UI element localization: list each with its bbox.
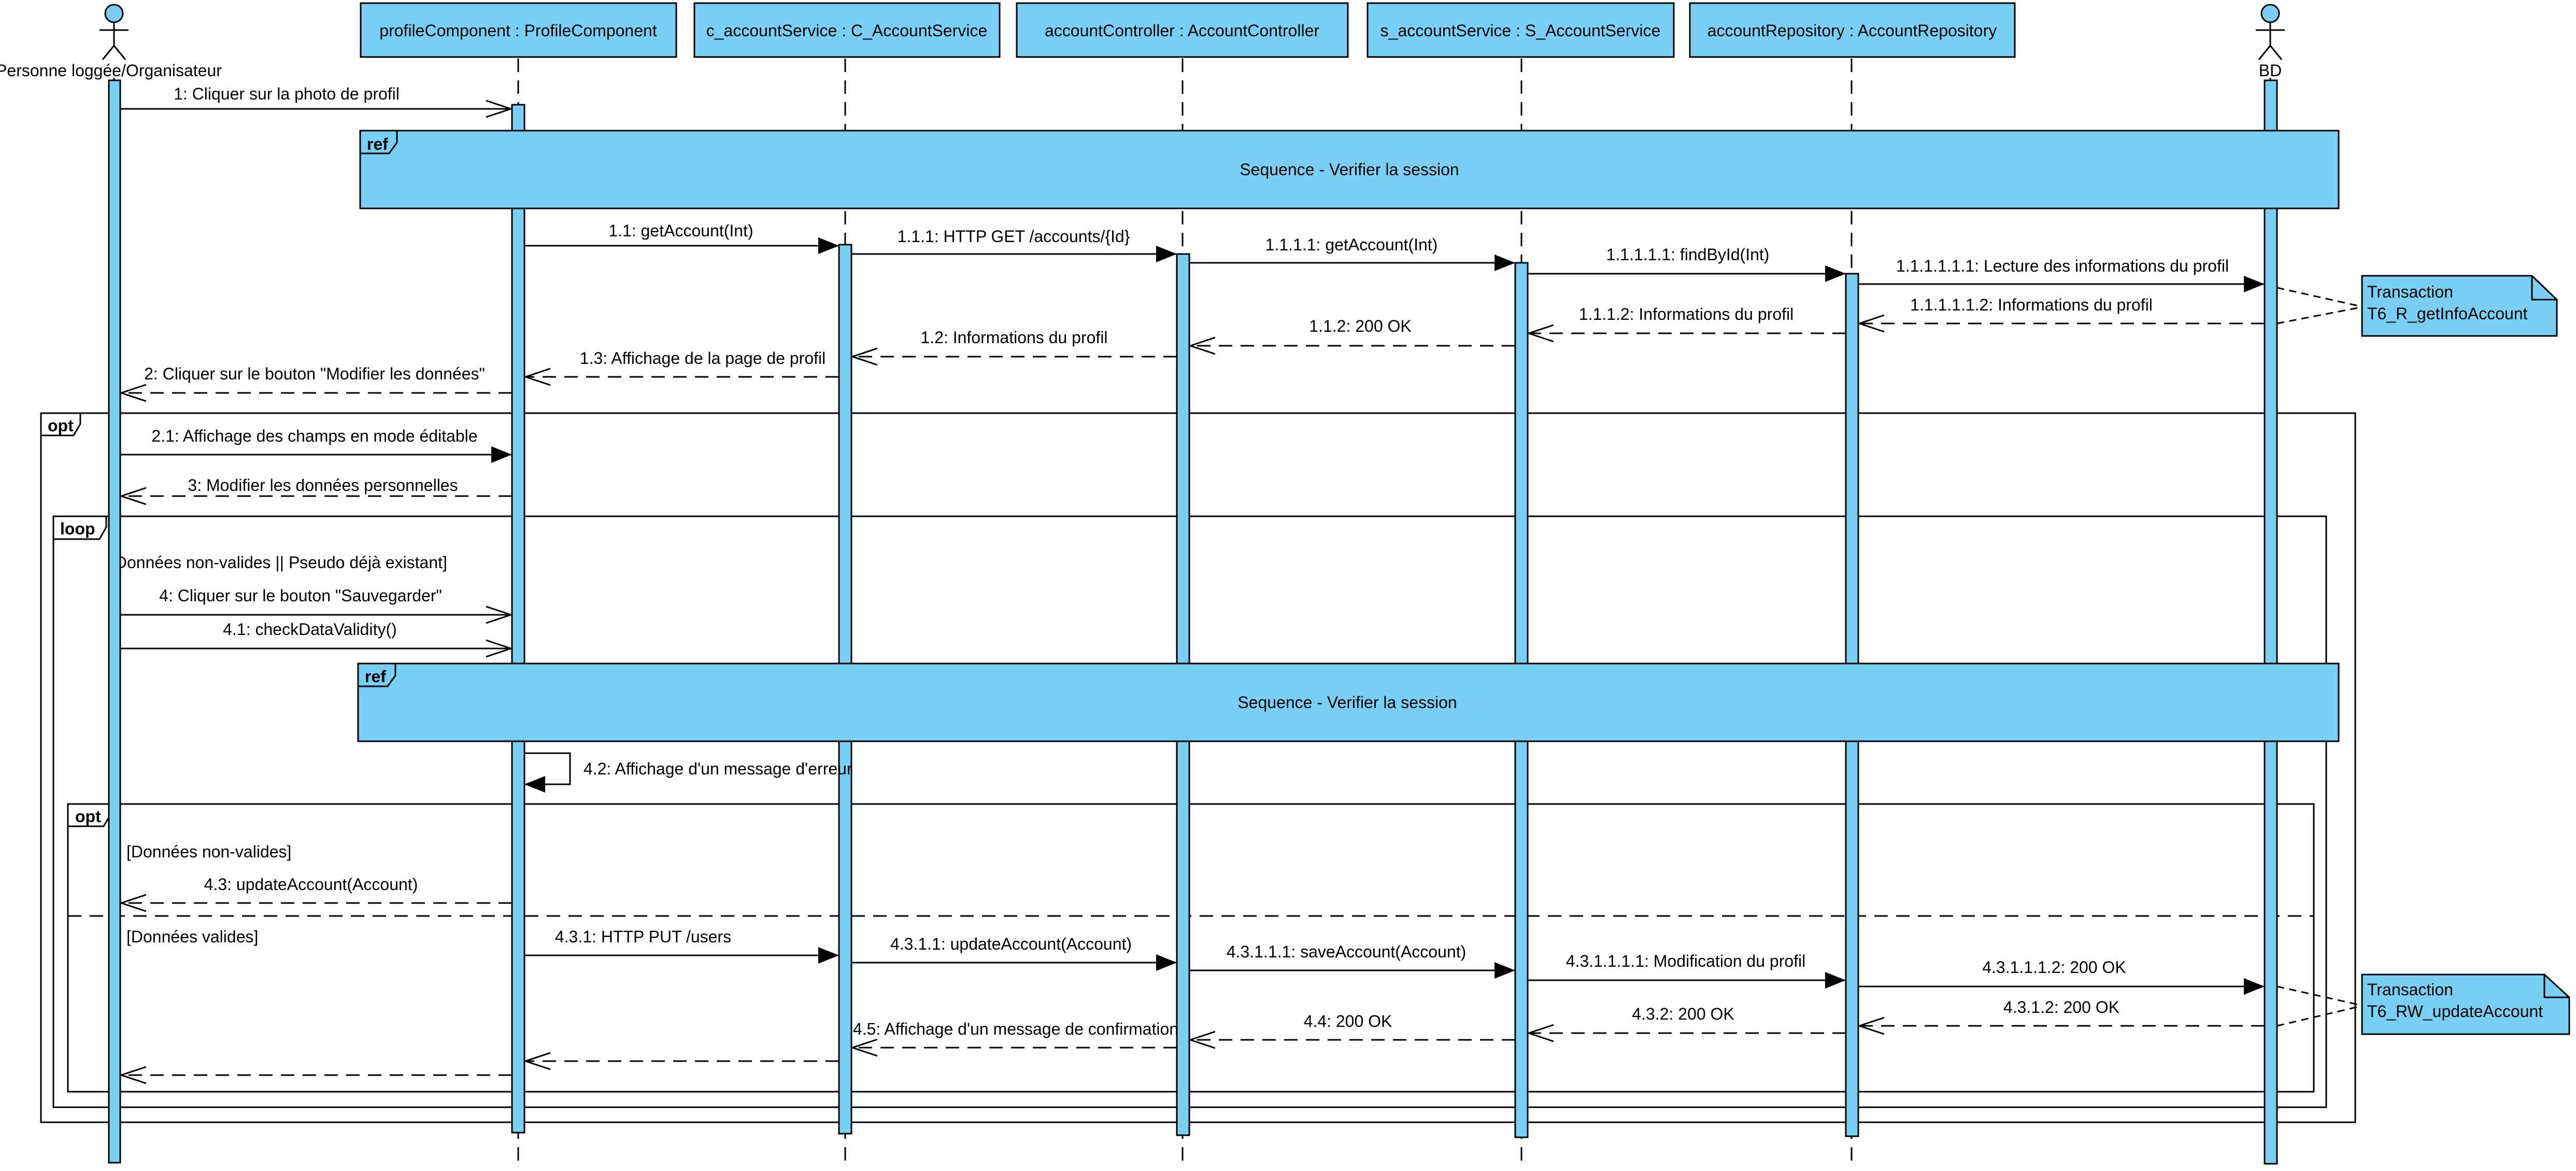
lifeline-head-repo-label: accountRepository : AccountRepository — [1707, 21, 1997, 40]
message-1-1-1-2-label: 1.1.1.2: Informations du profil — [1579, 305, 1794, 323]
lifeline-head-cservice-label: c_accountService : C_AccountService — [706, 21, 987, 40]
message-1-1-1-1-1-1-label: 1.1.1.1.1.1: Lecture des informations du… — [1896, 257, 2229, 275]
message-2-1-label: 3: Modifier les données personnelles — [188, 476, 458, 495]
message-4-2-label: 4.3: updateAccount(Account) — [204, 875, 418, 894]
message-1-1-label: 1.1: getAccount(Int) — [608, 221, 753, 240]
message-4-3-label: 4.3.1: HTTP PUT /users — [555, 927, 731, 946]
actor-bd-label: BD — [2259, 61, 2282, 80]
message-3-label: 4: Cliquer sur le bouton "Sauvegarder" — [159, 586, 442, 605]
ref-1-text: Sequence - Verifier la session — [1240, 160, 1459, 179]
activation-user — [108, 79, 121, 1164]
ref-2-label: ref — [365, 667, 386, 686]
message-1-label: 1: Cliquer sur la photo de profil — [174, 84, 400, 103]
opt-inner-guard-1: [Données non-valides] — [126, 842, 291, 861]
sequence-diagram: opt loop opt [Données non-valides || Pse… — [0, 0, 2576, 1171]
message-4-label: 4.1: checkDataValidity() — [223, 620, 397, 639]
message-1-4-label: 2: Cliquer sur le bouton "Modifier les d… — [144, 364, 485, 383]
lifeline-head-sservice-label: s_accountService : S_AccountService — [1380, 21, 1661, 40]
loop-guard: [Données non-valides || Pseudo déjà exis… — [110, 553, 447, 572]
message-4-3-1-1-1-1-label: 4.3.1.1.1.2: 200 OK — [1982, 958, 2126, 977]
note-2-line-1: Transaction — [2367, 980, 2453, 999]
opt-outer-label: opt — [48, 416, 74, 435]
ref-2-text: Sequence - Verifier la session — [1237, 693, 1457, 712]
note-1-line-2: T6_R_getInfoAccount — [2367, 304, 2528, 323]
message-4-3-1-1-1-2-label: 4.3.1.2: 200 OK — [2003, 998, 2119, 1017]
message-4-4-label: 4.5: Affichage d'un message de confirmat… — [853, 1020, 1178, 1038]
lifeline-head-profile-label: profileComponent : ProfileComponent — [379, 21, 657, 40]
message-1-1-1-1-label: 1.1.1.1: getAccount(Int) — [1265, 235, 1438, 254]
activation-bd — [2264, 79, 2278, 1165]
message-4-1-label: 4.2: Affichage d'un message d'erreur — [583, 759, 852, 778]
opt-inner-label: opt — [75, 807, 101, 826]
message-2-label: 2.1: Affichage des champs en mode éditab… — [151, 427, 477, 445]
note-1-line-1: Transaction — [2367, 283, 2453, 301]
message-1-1-1-1-1-2-label: 1.1.1.1.1.2: Informations du profil — [1910, 295, 2153, 314]
loop-label: loop — [60, 519, 95, 538]
activation-profile — [511, 104, 525, 1134]
opt-inner-guard-2: [Données valides] — [126, 927, 258, 946]
message-1-2-label: 1.2: Informations du profil — [920, 328, 1107, 347]
ref-1-label: ref — [367, 135, 388, 153]
message-1-1-1-1-1-label: 1.1.1.1.1: findById(Int) — [1606, 245, 1770, 264]
actor-user-label: Personne loggée/Organisateur — [0, 61, 222, 80]
message-4-3-1-2-label: 4.3.2: 200 OK — [1632, 1005, 1734, 1023]
note-2-line-2: T6_RW_updateAccount — [2367, 1002, 2543, 1021]
message-1-1-1-label: 1.1.1: HTTP GET /accounts/{Id} — [898, 227, 1130, 246]
message-4-3-1-1-label: 4.3.1.1.1: saveAccount(Account) — [1227, 942, 1466, 961]
message-4-3-1-label: 4.3.1.1: updateAccount(Account) — [890, 935, 1132, 953]
message-4-3-1-1-1-label: 4.3.1.1.1.1: Modification du profil — [1566, 952, 1806, 970]
message-1-3-label: 1.3: Affichage de la page de profil — [580, 349, 826, 368]
lifeline-head-controller-label: accountController : AccountController — [1045, 21, 1319, 40]
message-4-3-2-label: 4.4: 200 OK — [1304, 1012, 1392, 1031]
message-1-1-2-label: 1.1.2: 200 OK — [1309, 317, 1411, 335]
